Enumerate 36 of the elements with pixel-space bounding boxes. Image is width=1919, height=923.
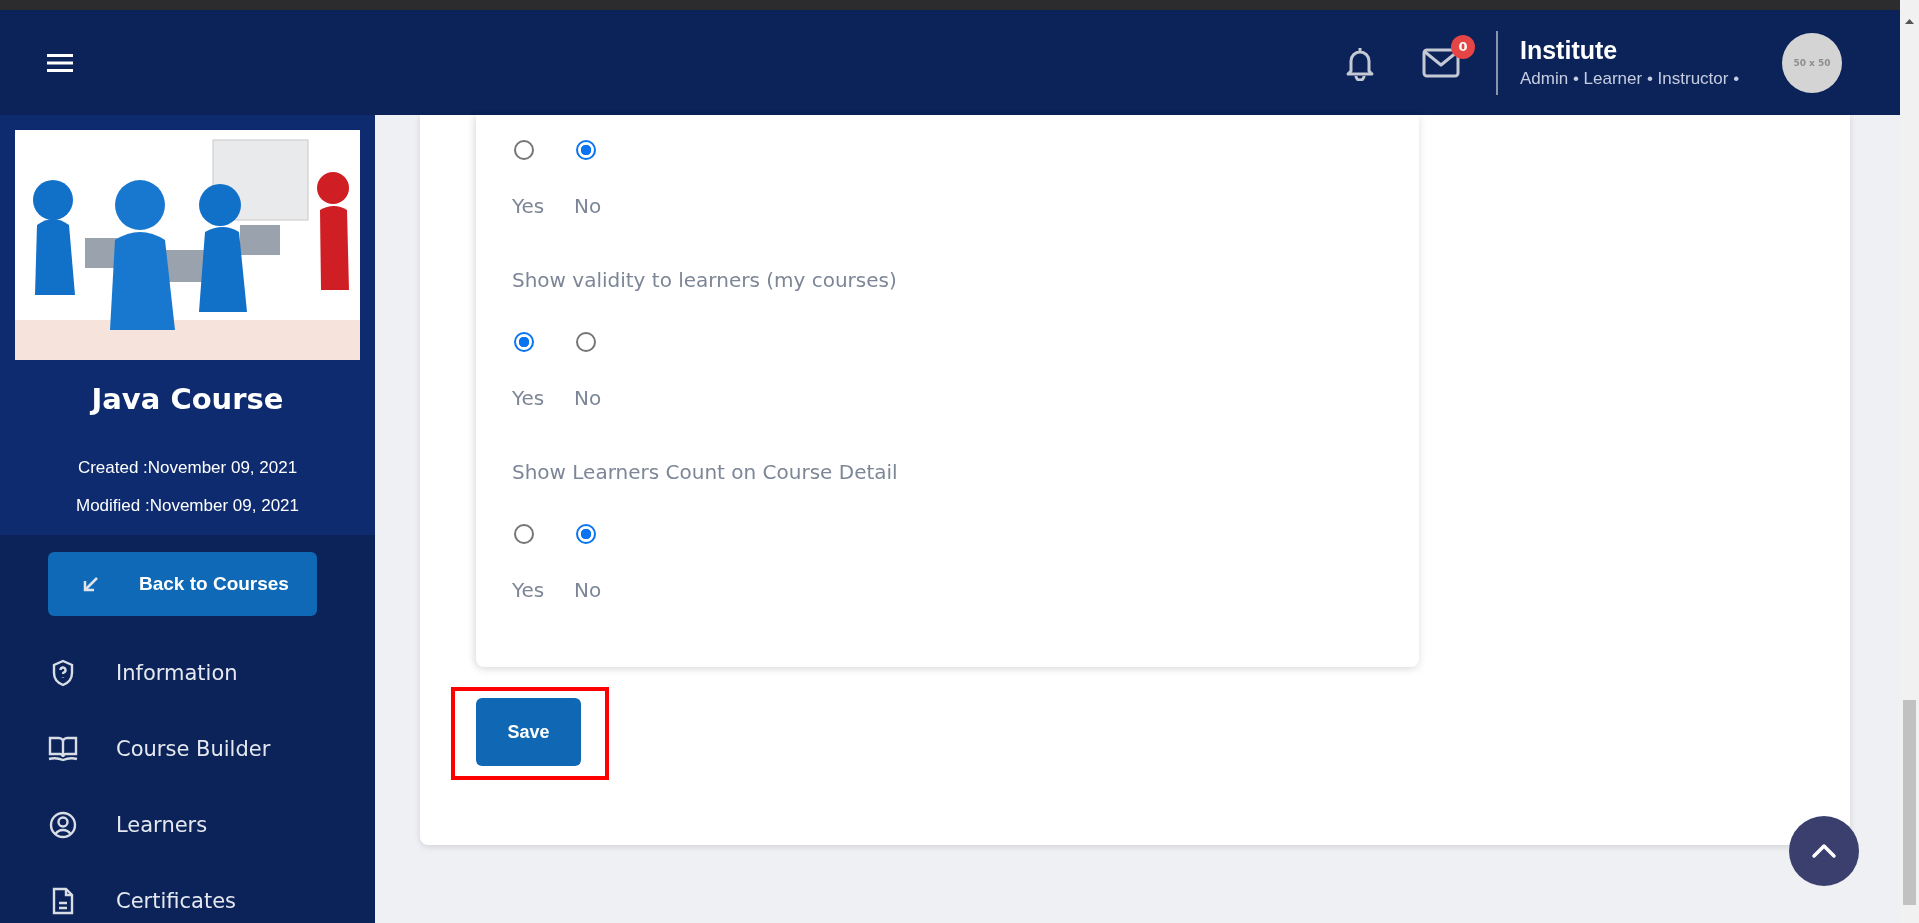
- user-name: Institute: [1520, 36, 1619, 65]
- user-icon: [48, 811, 78, 839]
- sidebar-item[interactable]: Learners: [48, 787, 375, 863]
- sidebar-item[interactable]: Certificates: [48, 863, 375, 923]
- option-label[interactable]: Yes: [512, 383, 574, 413]
- scroll-up-icon[interactable]: [1905, 19, 1914, 24]
- radio-button[interactable]: [576, 140, 596, 160]
- scrollbar-thumb[interactable]: [1903, 700, 1916, 905]
- menu-icon[interactable]: [47, 52, 73, 73]
- created-date: Created :November 09, 2021: [77, 458, 298, 478]
- modified-date: Modified :November 09, 2021: [76, 496, 299, 516]
- option-label[interactable]: Yes: [512, 191, 574, 221]
- chevron-up-icon: [1811, 843, 1837, 859]
- option-label[interactable]: No: [574, 575, 636, 605]
- question-label: Show validity to learners (my courses): [512, 267, 898, 294]
- sidebar-item[interactable]: Course Builder: [48, 711, 375, 787]
- radio-button[interactable]: [514, 332, 534, 352]
- radio-button[interactable]: [576, 332, 596, 352]
- radio-button[interactable]: [514, 524, 534, 544]
- radio-button[interactable]: [514, 140, 534, 160]
- option-label[interactable]: Yes: [512, 575, 574, 605]
- notification-badge: 0: [1451, 34, 1475, 59]
- save-button[interactable]: Save: [476, 698, 581, 766]
- sidebar-item[interactable]: Information: [48, 635, 375, 711]
- book-icon: [48, 736, 78, 762]
- radio-button[interactable]: [576, 524, 596, 544]
- back-to-courses-button[interactable]: Back to Courses: [48, 552, 317, 616]
- avatar[interactable]: 50 x 50: [1782, 32, 1842, 93]
- arrow-icon: [83, 576, 99, 592]
- mail-icon[interactable]: [1422, 47, 1460, 78]
- option-label[interactable]: No: [574, 191, 636, 221]
- option-label[interactable]: No: [574, 383, 636, 413]
- question-label: Show Learners Count on Course Detail: [512, 459, 899, 486]
- scrollbar[interactable]: [1900, 0, 1919, 923]
- course-title: Java Course: [91, 382, 284, 416]
- user-roles: Admin • Learner • Instructor •: [1520, 69, 1741, 89]
